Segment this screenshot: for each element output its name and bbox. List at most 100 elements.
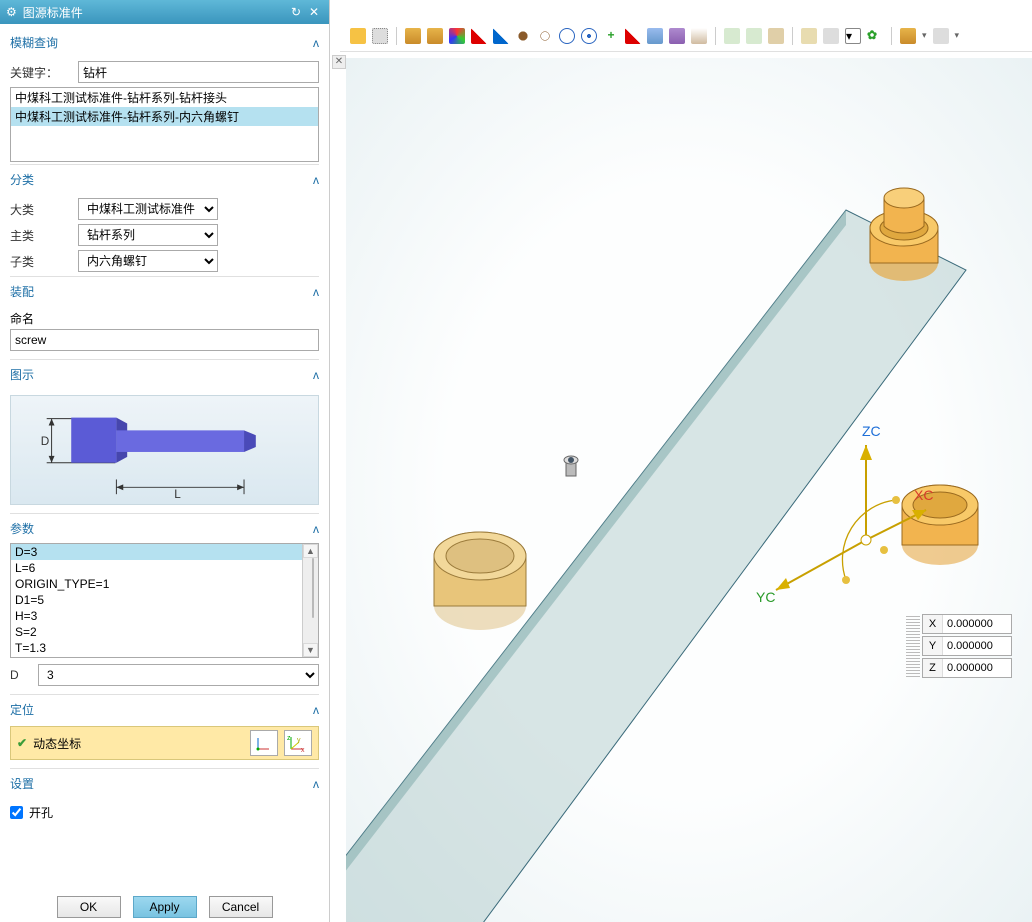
- 3d-viewport[interactable]: ZC XC YC X 0.000000 Y 0.000000: [346, 58, 1032, 922]
- chevron-up-icon: ʌ: [313, 285, 319, 299]
- tool-icon-slash[interactable]: [625, 28, 641, 44]
- scroll-thumb[interactable]: [312, 558, 314, 618]
- tool-icon-box1[interactable]: [405, 28, 421, 44]
- tool-icon-box3[interactable]: [900, 28, 916, 44]
- panel-title-text: 图源标准件: [23, 4, 83, 21]
- param-row[interactable]: L=6: [11, 560, 302, 576]
- svg-text:ZC: ZC: [862, 423, 881, 439]
- top-toolbar: + ▾ ✿ ▾ ▾: [340, 20, 1032, 52]
- section-fuzzy-header[interactable]: 模糊查询 ʌ: [10, 28, 319, 57]
- assembly-name-label: 命名: [10, 310, 319, 327]
- tool-icon-arc2[interactable]: [537, 28, 553, 44]
- standard-parts-panel: ⚙ 图源标准件 ↻ ✕ 模糊查询 ʌ 关键字： 中煤科工测试标准件-钻杆系列-钻…: [0, 0, 330, 922]
- section-preview-header[interactable]: 图示 ʌ: [10, 360, 319, 389]
- dynamic-coord-bar[interactable]: ✔ 动态坐标 z x y: [10, 726, 319, 760]
- sub-label: 子类: [10, 253, 70, 270]
- major-select[interactable]: 中煤科工测试标准件: [78, 198, 218, 220]
- major-label: 大类: [10, 201, 70, 218]
- section-category-header[interactable]: 分类 ʌ: [10, 165, 319, 194]
- panel-close-icon[interactable]: ✕: [305, 5, 323, 19]
- tab-close-icon[interactable]: ✕: [332, 55, 346, 69]
- tool-icon-box2[interactable]: [427, 28, 443, 44]
- section-locate-header[interactable]: 定位 ʌ: [10, 695, 319, 724]
- scroll-up-arrow[interactable]: ▲: [303, 544, 318, 558]
- tool-icon-folder[interactable]: [768, 28, 784, 44]
- section-assembly-header[interactable]: 装配 ʌ: [10, 277, 319, 306]
- section-params-header[interactable]: 参数 ʌ: [10, 514, 319, 543]
- tool-icon-page[interactable]: [823, 28, 839, 44]
- tool-icon-circle-dot[interactable]: [581, 28, 597, 44]
- tool-icon-line-red[interactable]: [471, 28, 487, 44]
- chevron-up-icon: ʌ: [313, 522, 319, 536]
- sub-select[interactable]: 内六角螺钉: [78, 250, 218, 272]
- tool-icon-screen2[interactable]: [746, 28, 762, 44]
- param-row[interactable]: S=2: [11, 624, 302, 640]
- tool-icon-dropdown1[interactable]: ▾: [845, 28, 861, 44]
- chevron-up-icon: ʌ: [313, 173, 319, 187]
- hole-checkbox[interactable]: [10, 806, 23, 819]
- chevron-up-icon: ʌ: [313, 36, 319, 50]
- param-edit-label: D: [10, 668, 30, 682]
- param-row[interactable]: ORIGIN_TYPE=1: [11, 576, 302, 592]
- scrollbar[interactable]: ▲ ▼: [302, 544, 318, 657]
- tool-icon-screen1[interactable]: [724, 28, 740, 44]
- fuzzy-result-row[interactable]: 中煤科工测试标准件-钻杆系列-内六角螺钉: [11, 107, 318, 126]
- svg-text:y: y: [297, 737, 301, 744]
- readout-z[interactable]: Z 0.000000: [922, 658, 1012, 678]
- fuzzy-result-row[interactable]: 中煤科工测试标准件-钻杆系列-钻杆接头: [11, 88, 318, 107]
- fuzzy-results-list[interactable]: 中煤科工测试标准件-钻杆系列-钻杆接头中煤科工测试标准件-钻杆系列-内六角螺钉: [10, 87, 319, 162]
- check-icon: ✔: [17, 736, 27, 750]
- tool-icon-line-blue[interactable]: [493, 28, 509, 44]
- tool-icon-cube[interactable]: [350, 28, 366, 44]
- ok-button[interactable]: OK: [57, 896, 121, 918]
- coord-label: 动态坐标: [33, 735, 81, 752]
- tool-icon-grid[interactable]: [691, 28, 707, 44]
- readout-x[interactable]: X 0.000000: [922, 614, 1012, 634]
- chevron-up-icon: ʌ: [313, 368, 319, 382]
- section-category-title: 分类: [10, 171, 34, 188]
- hole-label: 开孔: [29, 804, 53, 821]
- tool-icon-brush[interactable]: [801, 28, 817, 44]
- readout-y[interactable]: Y 0.000000: [922, 636, 1012, 656]
- main-label: 主类: [10, 227, 70, 244]
- coord-button-1[interactable]: [250, 730, 278, 756]
- apply-button[interactable]: Apply: [133, 896, 197, 918]
- scroll-down-arrow[interactable]: ▼: [303, 643, 318, 657]
- tool-icon-geom2[interactable]: [669, 28, 685, 44]
- gear-icon: ⚙: [6, 5, 17, 19]
- tool-icon-doc[interactable]: [933, 28, 949, 44]
- section-fuzzy-title: 模糊查询: [10, 34, 58, 51]
- tool-icon-arc1[interactable]: [515, 28, 531, 44]
- tool-icon-circle[interactable]: [559, 28, 575, 44]
- coord-button-2[interactable]: z x y: [284, 730, 312, 756]
- param-row[interactable]: D1=5: [11, 592, 302, 608]
- cancel-button[interactable]: Cancel: [209, 896, 273, 918]
- section-settings-header[interactable]: 设置 ʌ: [10, 769, 319, 798]
- preview-thumbnail: D L: [10, 395, 319, 505]
- chevron-up-icon: ʌ: [313, 777, 319, 791]
- param-row[interactable]: D=3: [11, 544, 302, 560]
- tool-icon-geom1[interactable]: [647, 28, 663, 44]
- panel-titlebar: ⚙ 图源标准件 ↻ ✕: [0, 0, 329, 24]
- svg-text:x: x: [301, 747, 305, 752]
- svg-text:XC: XC: [914, 487, 933, 503]
- section-locate-title: 定位: [10, 701, 34, 718]
- assembly-name-input[interactable]: [10, 329, 319, 351]
- readout-grip-icon[interactable]: [906, 615, 920, 677]
- panel-footer: OK Apply Cancel: [0, 892, 329, 922]
- param-row[interactable]: T=1.3: [11, 640, 302, 656]
- section-preview-title: 图示: [10, 366, 34, 383]
- keyword-input[interactable]: [78, 61, 319, 83]
- panel-refresh-icon[interactable]: ↻: [287, 5, 305, 19]
- section-settings-title: 设置: [10, 775, 34, 792]
- svg-text:z: z: [287, 735, 291, 742]
- keyword-label: 关键字：: [10, 64, 70, 81]
- tool-icon-select[interactable]: [372, 28, 388, 44]
- main-select[interactable]: 钻杆系列: [78, 224, 218, 246]
- param-value-select[interactable]: 3: [38, 664, 319, 686]
- param-row[interactable]: H=3: [11, 608, 302, 624]
- params-list[interactable]: D=3L=6ORIGIN_TYPE=1D1=5H=3S=2T=1.3 ▲ ▼: [10, 543, 319, 658]
- tool-icon-colorwheel[interactable]: [449, 28, 465, 44]
- svg-text:YC: YC: [756, 589, 775, 605]
- chevron-up-icon: ʌ: [313, 703, 319, 717]
